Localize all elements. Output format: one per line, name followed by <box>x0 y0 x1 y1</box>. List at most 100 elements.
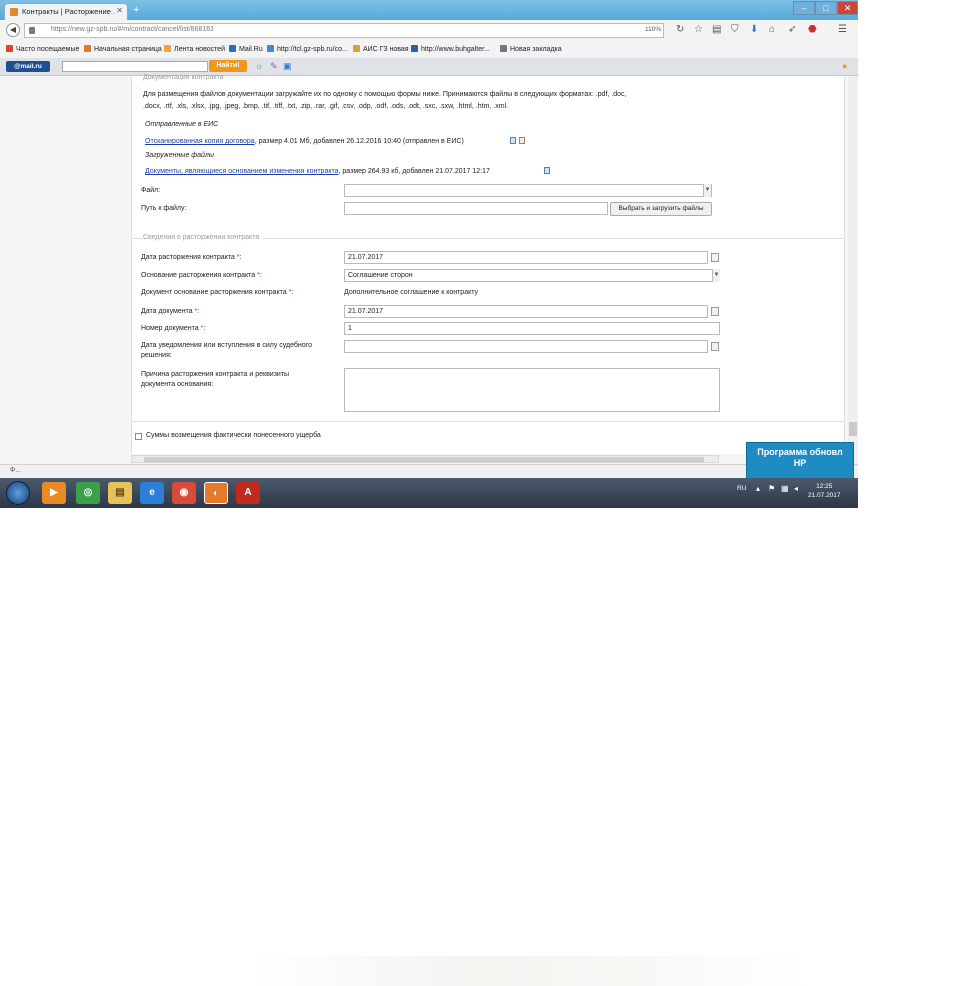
bookmark-item[interactable]: Mail.Ru <box>229 45 263 53</box>
bookmark-item[interactable]: Часто посещаемые <box>6 45 79 53</box>
weather-icon[interactable]: ☼ <box>255 61 263 71</box>
damages-checkbox-label: Суммы возмещения фактически понесенного … <box>146 432 321 439</box>
notice-date-input[interactable] <box>344 340 708 353</box>
pocket-icon[interactable]: ⛉ <box>731 25 739 35</box>
path-label: Путь к файлу: <box>141 205 187 212</box>
browser-tab[interactable]: Контракты | Расторжение ... ✕ <box>4 3 128 20</box>
mailru-logo[interactable]: @mail.ru <box>6 61 50 72</box>
download-file-icon[interactable] <box>544 167 550 174</box>
window-maximize-button[interactable]: □ <box>815 1 837 15</box>
reason-textarea[interactable] <box>344 368 720 412</box>
taskbar: ▶ ◎ ▤ e ◉ ◐ A RU ▴ ⚑ ▦ ◂ 12:25 21.07.201… <box>0 478 858 986</box>
required-mark: * <box>236 254 240 261</box>
bookmark-icon <box>267 45 274 52</box>
sent-files-heading: Отправленные в ЕИС <box>145 121 219 128</box>
bookmark-item[interactable]: АИС ГЗ новая <box>353 45 409 53</box>
network-icon[interactable]: ▦ <box>781 484 789 493</box>
basis-document-label: Документ основание расторжения контракта… <box>141 289 294 296</box>
browser-app-icon[interactable]: ◎ <box>76 482 100 504</box>
internet-explorer-icon[interactable]: e <box>140 482 164 504</box>
media-player-app-icon[interactable]: ▶ <box>42 482 66 504</box>
lock-icon <box>29 27 35 34</box>
termination-basis-select[interactable]: Соглашение сторон <box>344 269 720 282</box>
bookmark-item[interactable]: Начальная страница <box>84 45 162 53</box>
basis-document-value: Дополнительное соглашение к контракту <box>344 289 479 296</box>
tab-favicon-icon <box>10 8 18 16</box>
screen-icon[interactable]: ▣ <box>283 61 292 71</box>
home-icon[interactable]: ⌂ <box>769 25 775 35</box>
tray-arrow-icon[interactable]: ▴ <box>756 484 760 493</box>
document-date-input[interactable]: 21.07.2017 <box>344 305 708 318</box>
calendar-icon[interactable] <box>711 342 719 351</box>
acrobat-icon[interactable]: A <box>236 482 260 504</box>
document-number-label: Номер документа *: <box>141 325 206 332</box>
download-icon[interactable]: ⬇ <box>750 25 758 35</box>
new-tab-button[interactable]: + <box>133 4 139 16</box>
title-bar: Контракты | Расторжение ... ✕ + – □ ✕ <box>0 0 858 20</box>
chrome-icon[interactable]: ◉ <box>172 482 196 504</box>
tab-title: Контракты | Расторжение ... <box>22 7 114 16</box>
uploaded-file-meta: , размер 264.93 кб, добавлен 21.07.2017 … <box>338 168 490 175</box>
volume-icon[interactable]: ◂ <box>794 484 798 493</box>
file-select-input[interactable] <box>344 184 712 197</box>
flag-icon[interactable]: ⚑ <box>768 484 775 493</box>
sent-file-link[interactable]: Отсканированная копия договора <box>145 138 255 145</box>
back-icon[interactable]: ◀ <box>6 23 20 37</box>
addon-badge-icon[interactable]: ● <box>842 61 847 71</box>
document-number-input[interactable]: 1 <box>344 322 720 335</box>
bookmark-item[interactable]: Новая закладка <box>500 45 562 53</box>
menu-icon[interactable]: ☰ <box>838 25 847 35</box>
checkbox-file-icon[interactable] <box>519 137 525 144</box>
chevron-down-icon[interactable]: ▼ <box>712 269 720 282</box>
adblock-icon[interactable]: ⬣ <box>808 25 817 35</box>
address-bar[interactable]: https://new.gz-spb.ru/#/m/contract/cance… <box>24 23 664 38</box>
notice-date-label-2: решения: <box>141 352 172 359</box>
reload-icon[interactable]: ↻ <box>676 25 684 35</box>
address-url: https://new.gz-spb.ru/#/m/contract/cance… <box>51 26 215 33</box>
vertical-scrollbar[interactable] <box>848 76 858 464</box>
scroll-thumb[interactable] <box>849 422 857 436</box>
bookmark-item[interactable]: Лента новостей <box>164 45 225 53</box>
calendar-icon[interactable] <box>711 253 719 262</box>
addon-search-input[interactable] <box>62 61 208 72</box>
update-notification[interactable]: Программа обновл HP <box>746 442 854 480</box>
language-indicator[interactable]: RU <box>737 485 746 492</box>
bookmark-icon <box>500 45 507 52</box>
browser-window: Контракты | Расторжение ... ✕ + – □ ✕ ◀ … <box>0 0 858 478</box>
horizontal-scrollbar[interactable] <box>131 455 719 463</box>
bookmark-icon <box>164 45 171 52</box>
system-clock[interactable]: 12:25 21.07.2017 <box>808 482 841 500</box>
scroll-thumb[interactable] <box>144 457 704 462</box>
required-mark: * <box>257 272 260 279</box>
docs-instructions-formats: .docx, .rtf, .xls, .xlsx, .jpg, .jpeg, .… <box>143 103 509 110</box>
file-path-input[interactable] <box>344 202 608 215</box>
pen-icon[interactable]: ✎ <box>270 61 278 71</box>
bookmark-item[interactable]: http://tcl.gz-spb.ru/co... <box>267 45 348 53</box>
status-text: Ф... <box>10 467 22 474</box>
status-bar: Ф... <box>0 464 858 478</box>
uploaded-file-link[interactable]: Документы, являющиеся основанием изменен… <box>145 168 339 175</box>
termination-basis-label: Основание расторжения контракта *: <box>141 272 262 279</box>
bookmark-icon <box>353 45 360 52</box>
notice-date-label: Дата уведомления или вступления в силу с… <box>141 342 312 349</box>
download-file-icon[interactable] <box>510 137 516 144</box>
notification-title: Программа обновл <box>757 447 843 457</box>
send-icon[interactable]: ➶ <box>788 25 796 35</box>
window-minimize-button[interactable]: – <box>793 1 815 15</box>
start-button[interactable] <box>6 481 30 505</box>
calendar-icon[interactable] <box>711 307 719 316</box>
zoom-level[interactable]: 110% <box>645 26 661 33</box>
addon-find-button[interactable]: Найти! <box>209 60 247 72</box>
tab-close-icon[interactable]: ✕ <box>116 6 123 15</box>
upload-files-button[interactable]: Выбрать и загрузить файлы <box>610 202 712 216</box>
damages-checkbox[interactable] <box>135 433 142 440</box>
bookmarks-list-icon[interactable]: ▤ <box>712 25 721 35</box>
bookmark-item[interactable]: http://www.buhgalter... <box>411 45 490 53</box>
window-close-button[interactable]: ✕ <box>837 1 858 15</box>
chevron-down-icon[interactable]: ▼ <box>703 184 711 197</box>
page-content: Документация контракта Для размещения фа… <box>0 74 858 464</box>
folder-app-icon[interactable]: ▤ <box>108 482 132 504</box>
firefox-icon[interactable]: ◐ <box>204 482 228 504</box>
termination-date-input[interactable]: 21.07.2017 <box>344 251 708 264</box>
bookmark-star-icon[interactable]: ☆ <box>694 25 703 35</box>
